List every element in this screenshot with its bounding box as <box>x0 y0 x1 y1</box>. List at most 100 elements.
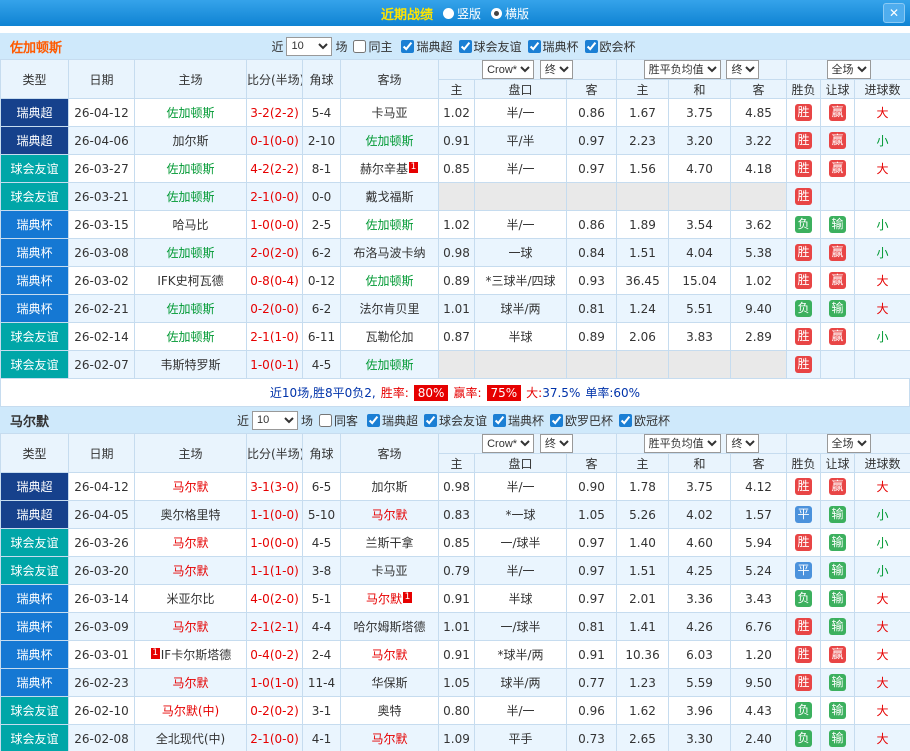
period-select[interactable]: 全场 <box>826 434 871 453</box>
league-filter-checkbox[interactable] <box>424 413 437 427</box>
league-filter[interactable]: 球会友谊 <box>458 38 522 55</box>
euro-time-select[interactable]: 终 <box>726 60 760 79</box>
team-name[interactable]: 华保斯 <box>371 676 407 690</box>
score[interactable]: 2-1(0-0) <box>246 724 303 751</box>
team-name[interactable]: 佐加顿斯 <box>365 274 413 288</box>
league-filter-checkbox[interactable] <box>584 39 598 53</box>
team-name[interactable]: 全北现代(中) <box>156 732 225 746</box>
team-name[interactable]: 佐加顿斯 <box>166 162 214 176</box>
league-filter[interactable]: 欧罗巴杯 <box>550 412 613 429</box>
odds-company-select[interactable]: Crow* <box>482 434 535 453</box>
team-name[interactable]: 马尔默(中) <box>162 704 219 718</box>
score[interactable]: 3-1(3-0) <box>246 472 303 501</box>
team-name[interactable]: 马尔默 <box>366 592 402 606</box>
team-name[interactable]: 佐加顿斯 <box>166 330 214 344</box>
score[interactable]: 4-0(2-0) <box>246 584 303 613</box>
team-name[interactable]: 哈马比 <box>172 218 208 232</box>
odds-time-select[interactable]: 终 <box>539 434 573 453</box>
league-filter[interactable]: 瑞典超 <box>401 38 453 55</box>
team-name[interactable]: 马尔默 <box>172 480 208 494</box>
score[interactable]: 2-1(1-0) <box>246 322 303 351</box>
team-name[interactable]: 佐加顿斯 <box>166 106 214 120</box>
league-filter-checkbox[interactable] <box>366 413 380 427</box>
home-team-cell: 马尔默(中) <box>134 696 247 725</box>
score[interactable]: 1-0(0-0) <box>246 528 303 557</box>
same-venue-checkbox[interactable] <box>353 39 367 53</box>
score[interactable]: 4-2(2-2) <box>246 154 303 183</box>
team-name[interactable]: 法尔肯贝里 <box>359 302 419 316</box>
team-name[interactable]: 马尔默 <box>172 676 208 690</box>
team-name[interactable]: 奥特 <box>377 704 401 718</box>
team-name[interactable]: 戴戈福斯 <box>365 190 413 204</box>
score[interactable]: 0-8(0-4) <box>246 266 303 295</box>
score[interactable]: 2-0(2-0) <box>246 238 303 267</box>
score[interactable]: 2-1(0-0) <box>246 182 303 211</box>
score[interactable]: 1-0(0-1) <box>246 350 303 379</box>
league-filter[interactable]: 球会友谊 <box>424 412 487 429</box>
close-icon[interactable]: ✕ <box>883 3 905 23</box>
period-select[interactable]: 全场 <box>826 60 871 79</box>
score[interactable]: 1-0(1-0) <box>246 668 303 697</box>
team-name[interactable]: 马尔默 <box>371 648 407 662</box>
team-name[interactable]: 加尔斯 <box>371 480 407 494</box>
team-name[interactable]: 佐加顿斯 <box>365 134 413 148</box>
team-name[interactable]: 布洛马波卡纳 <box>353 246 425 260</box>
euro-time-select[interactable]: 终 <box>726 434 760 453</box>
league-filter[interactable]: 瑞典超 <box>366 412 418 429</box>
team-name[interactable]: IF卡尔斯塔德 <box>161 648 231 662</box>
team-name[interactable]: 马尔默 <box>172 536 208 550</box>
team-name[interactable]: 马尔默 <box>371 508 407 522</box>
league-filter-checkbox[interactable] <box>493 413 507 427</box>
team-name[interactable]: 加尔斯 <box>172 134 208 148</box>
league-filter-checkbox[interactable] <box>550 413 564 427</box>
team-name[interactable]: 佐加顿斯 <box>166 246 214 260</box>
team-name[interactable]: 瓦勒伦加 <box>365 330 413 344</box>
team-name[interactable]: 奥尔格里特 <box>160 508 220 522</box>
euro-odds-select[interactable]: 胜平负均值 <box>643 434 721 453</box>
league-filter-checkbox[interactable] <box>527 39 541 53</box>
team-name[interactable]: 兰斯干拿 <box>365 536 413 550</box>
league-filter[interactable]: 瑞典杯 <box>493 412 544 429</box>
asian-odds: 0.90 <box>565 472 618 501</box>
same-venue-filter[interactable]: 同客 <box>318 412 358 429</box>
league-filter-checkbox[interactable] <box>619 413 633 427</box>
score[interactable]: 1-0(0-0) <box>246 210 303 239</box>
odds-company-select[interactable]: Crow* <box>482 60 535 79</box>
team-name[interactable]: 卡马亚 <box>371 106 407 120</box>
result-badge: 胜 <box>795 104 813 121</box>
match-count-select[interactable]: 10 <box>286 36 333 56</box>
team-name[interactable]: 哈尔姆斯塔德 <box>353 620 425 634</box>
team-name[interactable]: 马尔默 <box>371 732 407 746</box>
same-venue-checkbox[interactable] <box>318 413 332 427</box>
team-name[interactable]: 马尔默 <box>172 620 208 634</box>
team-name[interactable]: IFK史柯瓦德 <box>157 274 223 288</box>
team-name[interactable]: 卡马亚 <box>371 564 407 578</box>
score[interactable]: 2-1(2-1) <box>246 612 303 641</box>
league-filter[interactable]: 欧冠杯 <box>619 412 670 429</box>
score[interactable]: 0-1(0-0) <box>246 126 303 155</box>
team-name[interactable]: 米亚尔比 <box>166 592 214 606</box>
layout-radio-horizontal[interactable]: 横版 <box>491 5 529 22</box>
odds-time-select[interactable]: 终 <box>539 60 573 79</box>
team-name[interactable]: 马尔默 <box>172 564 208 578</box>
league-filter-checkbox[interactable] <box>458 39 472 53</box>
team-name[interactable]: 赫尔辛基 <box>360 162 408 176</box>
team-name[interactable]: 佐加顿斯 <box>365 218 413 232</box>
team-name[interactable]: 佐加顿斯 <box>166 302 214 316</box>
layout-radio-vertical[interactable]: 竖版 <box>442 5 481 22</box>
team-name[interactable]: 韦斯特罗斯 <box>160 358 220 372</box>
league-filter-checkbox[interactable] <box>401 39 415 53</box>
match-count-select[interactable]: 10 <box>251 410 298 430</box>
score[interactable]: 3-2(2-2) <box>246 98 303 127</box>
same-venue-filter[interactable]: 同主 <box>353 38 392 55</box>
score[interactable]: 1-1(1-0) <box>246 556 303 585</box>
score[interactable]: 0-2(0-0) <box>246 294 303 323</box>
league-filter[interactable]: 瑞典杯 <box>527 38 579 55</box>
score[interactable]: 1-1(0-0) <box>246 500 303 529</box>
euro-odds-select[interactable]: 胜平负均值 <box>643 60 721 79</box>
league-filter[interactable]: 欧会杯 <box>584 38 636 55</box>
score[interactable]: 0-2(0-2) <box>246 696 303 725</box>
team-name[interactable]: 佐加顿斯 <box>166 190 214 204</box>
score[interactable]: 0-4(0-2) <box>246 640 303 669</box>
team-name[interactable]: 佐加顿斯 <box>365 358 413 372</box>
